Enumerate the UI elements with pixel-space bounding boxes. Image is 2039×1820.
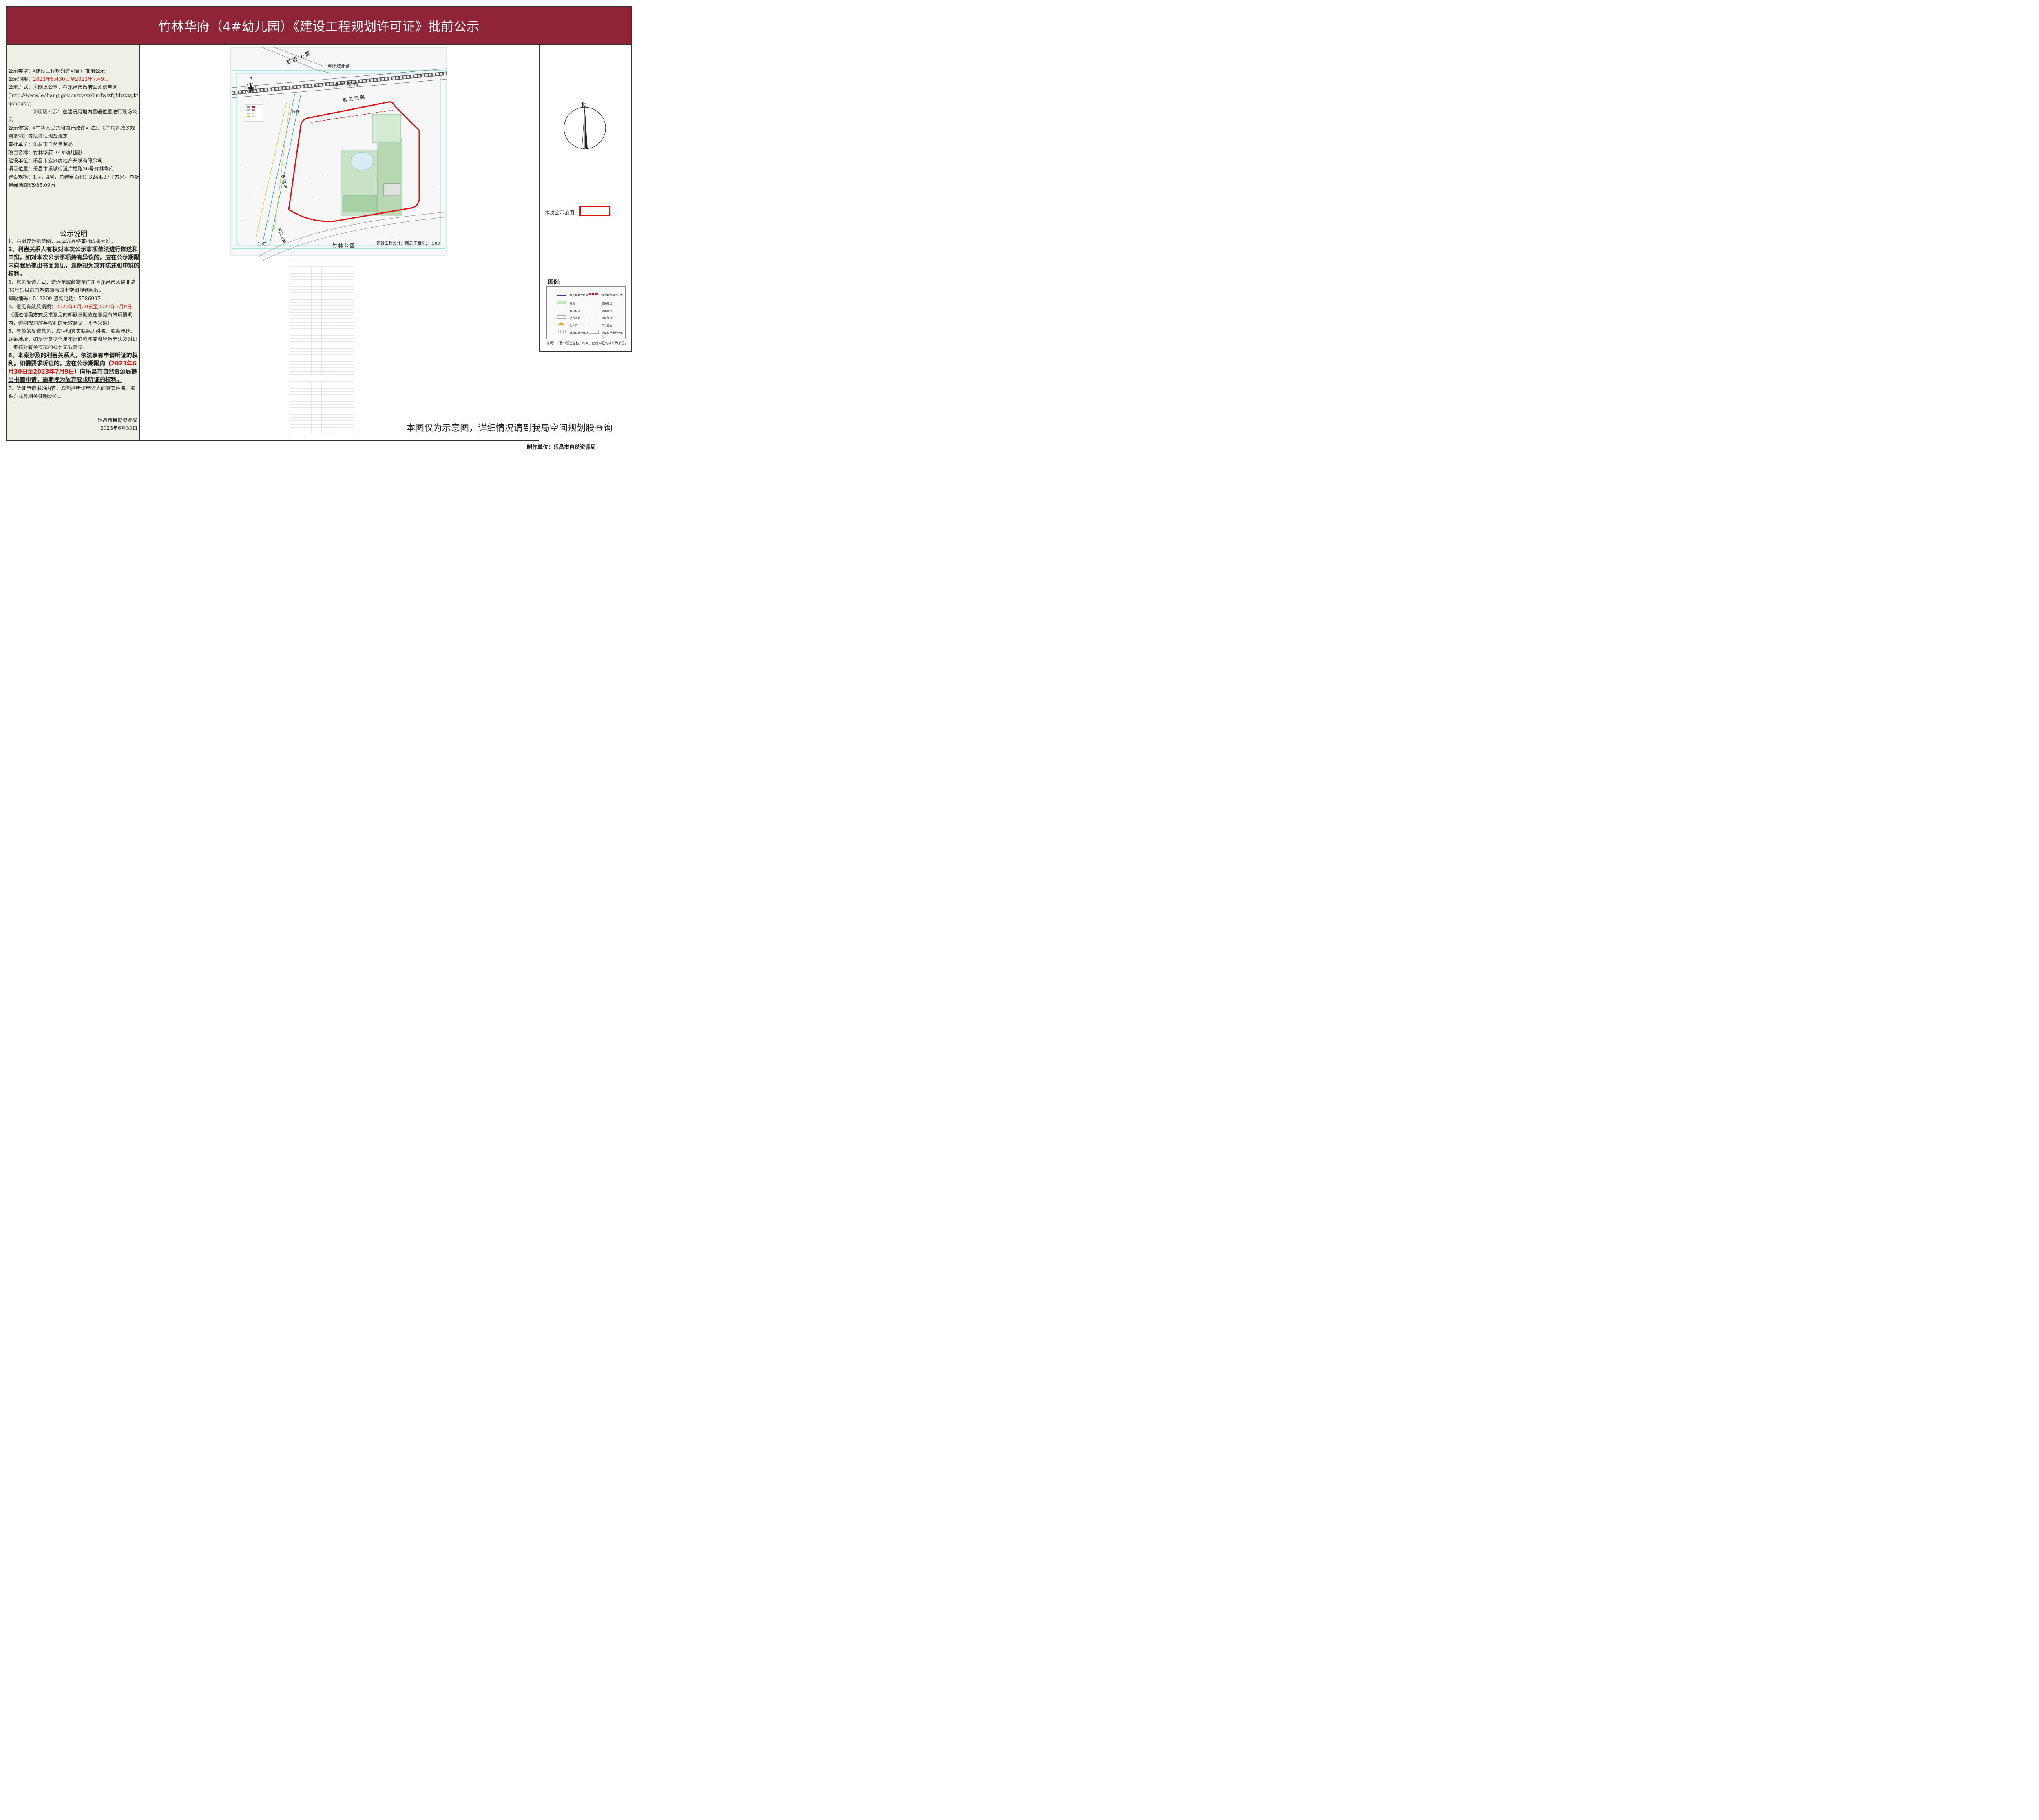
scope-swatch — [579, 206, 610, 216]
note-5: 5、有效的反馈意见：应注明真实联系人姓名、联系电话、联系地址，如反馈意见信息不准… — [8, 328, 137, 350]
legend-item-dimension: 尺寸标注 — [602, 324, 612, 327]
legend-bike-icon — [557, 330, 566, 334]
road-label-huanchengbei: 至环城北路 — [327, 64, 350, 69]
info-type: 公示类型：《建设工程规划许可证》批前公示 — [8, 68, 105, 74]
signature-org: 乐昌市自然资源局 — [97, 417, 138, 423]
note-4: 4、意见有效反馈期：2023年6月30日至2023年7月9日（通过信函方式反馈意… — [8, 304, 133, 326]
legend-buildline-icon — [589, 317, 598, 320]
note-7: 7、听证申请书的内容：应包括听证申请人的真实姓名，联系方式及相关证明材料。 — [8, 385, 136, 399]
note-6: 6、本案涉及的利害关系人，依法享有申请听证的权利。如需要求听证的，应在公示期限内… — [8, 352, 138, 383]
legend-item-entrance: 出入口 — [570, 324, 578, 327]
notice-info: 公示类型：《建设工程规划许可证》批前公示 公示期限：2023年6月30日至202… — [8, 67, 139, 189]
notes-list: 1、右图仅为示意图，具体以最终审批成果为准。 2、利害关系人有权对本次公示事项依… — [8, 237, 139, 400]
legend-green-icon — [557, 301, 566, 305]
legend-item-parking: 植草砖充电桩停车位 — [602, 331, 623, 338]
note-2: 2、利害关系人有权对本次公示事项依法进行陈述和申辩，如对本次公示事项持有异议的，… — [8, 246, 139, 277]
info-method1: 公示方式：①网上公示：在乐昌市政府公众信息网 — [8, 84, 118, 90]
legend-item-coord: 坐标标注 — [570, 310, 580, 313]
legend-item-bike: 非机动车停车场 — [570, 331, 588, 334]
signature-block: 乐昌市自然资源局 2023年6月30日 — [98, 416, 138, 432]
title-bar: 竹林华府（4#幼儿园）《建设工程规划许可证》批前公示 — [6, 6, 632, 45]
legend-item-roadred: 道路红线 — [602, 302, 612, 305]
small-north-label: N — [250, 77, 252, 80]
signature-date: 2023年6月30日 — [100, 425, 137, 431]
legend-roadred-icon — [589, 302, 598, 305]
note-3-contact: 邮政编码：512200 咨询电话：5586997 — [8, 296, 101, 301]
legend-redline-icon — [589, 292, 598, 296]
legend-item-buildline: 建筑红线 — [602, 316, 612, 320]
info-project: 项目名称：竹林华府（4#幼儿园） — [8, 150, 85, 155]
legend-item-centerline: 道路中线 — [602, 310, 612, 313]
info-method2: ②现场公示：在建设用地内显著位置进行现场公示 — [8, 109, 137, 123]
info-basis: 公示依据：《中华人民共和国行政许可法》、《广东省城乡规划条例》等法律法规及规定 — [8, 125, 135, 139]
plan-caption: 建设工程设计方案总平面图1：500 — [376, 241, 440, 246]
legend-item-green: 绿地 — [570, 302, 575, 305]
legend-inroad-icon — [557, 315, 566, 320]
legend-dim-icon — [589, 324, 598, 327]
wujiang-label: 武 江 — [257, 241, 267, 247]
legend-building-icon — [557, 292, 566, 296]
page-title: 竹林华府（4#幼儿园）《建设工程规划许可证》批前公示 — [158, 19, 480, 34]
legend-title: 图例: — [548, 279, 561, 285]
notes-heading: 公示说明 — [60, 230, 88, 238]
park-label-zhulin: 竹 林 公 园 — [332, 243, 355, 248]
legend-item-building: 规划建筑及层数 — [570, 293, 588, 296]
info-period-value: 2023年6月30日至2023年7月9日 — [33, 76, 109, 82]
legend-note: 说明：1.图中所注坐标、标高、曲线半径均以米为单位。 — [546, 341, 628, 345]
legend-item-inroad: 区内道路 — [570, 316, 580, 320]
info-period: 公示期限：2023年6月30日至2023年7月9日 — [8, 76, 109, 82]
maker-label: 制作单位：乐昌市自然资源局 — [527, 444, 596, 451]
legend-coord-icon — [557, 308, 566, 313]
indicator-table-grid — [290, 266, 354, 433]
legend-item-redline: 规划建设用地红线 — [602, 293, 623, 296]
info-location: 项目位置：乐昌市乐城街道广福路36号竹林华府 — [8, 166, 114, 172]
legend-center-icon — [589, 310, 598, 313]
legend-box: 规划建筑及层数 规划建设用地红线 绿地 道路红线 坐标标注 道路中线 区内道路 … — [546, 286, 626, 339]
entrance-icon — [557, 322, 566, 326]
info-method1-url[interactable]: (http://www.lechang.gov.cn/xwzx/bmfw/zfg… — [8, 91, 139, 108]
info-builder: 建设单位：乐昌市宏兴房地产开发有限公司 — [8, 158, 103, 164]
note-1: 1、右图仅为示意图，具体以最终审批成果为准。 — [8, 239, 116, 244]
note-3: 3、意见反馈方式：请送至或邮寄至广东省乐昌市人民北路36号乐昌市自然资源局国土空… — [8, 279, 136, 293]
greenline-label: 绿线 — [292, 109, 300, 115]
legend-parking-icon — [589, 330, 599, 334]
left-info-panel: 公示类型：《建设工程规划许可证》批前公示 公示期限：2023年6月30日至202… — [6, 45, 140, 441]
north-label: 北 — [581, 102, 586, 108]
map-panel: N 老 虎 头 路 至环城北路 京 广 铁 路 黄 皮 园 路 绿线 西 坑 水… — [140, 45, 539, 441]
indicator-table — [290, 259, 354, 433]
info-scale: 建设规模：1座，4层，总建筑面积：3244.87平方米。总配建绿地面积985.0… — [8, 174, 139, 188]
scope-label: 本次公示范围 — [545, 210, 575, 216]
info-approver: 审批单位：乐昌市自然资源局 — [8, 142, 73, 147]
disclaimer: 本图仅为示意图，详细情况请到我局空间规划股查询 — [406, 423, 613, 433]
